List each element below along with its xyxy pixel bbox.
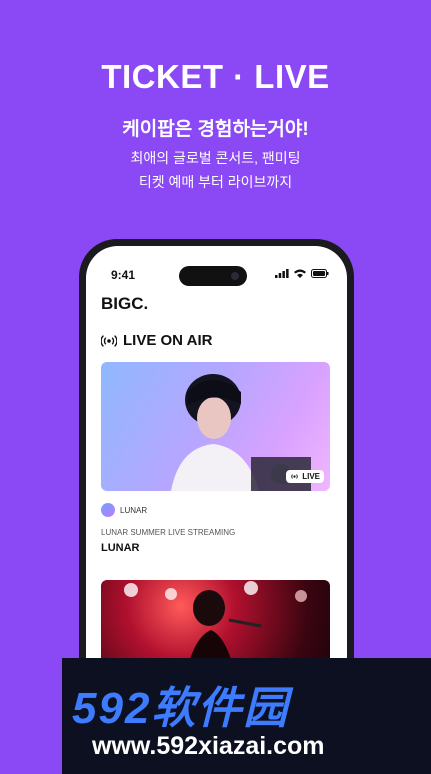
phone-frame: 9:41 BIGC. LIVE ON AIR LIVE LUNAR LUNAR …: [79, 239, 354, 699]
live-broadcast-icon: [291, 474, 298, 479]
hero-title: TICKET · LIVE: [101, 58, 330, 95]
stream-title: LUNAR SUMMER LIVE STREAMING: [101, 528, 236, 537]
artist-name: LUNAR: [120, 505, 148, 515]
card-title[interactable]: LUNAR: [101, 542, 140, 554]
live-badge: LIVE: [286, 470, 324, 483]
status-time: 9:41: [111, 268, 136, 282]
status-bar: 9:41: [86, 258, 347, 286]
hero-desc-line2: 티켓 예매 부터 라이브까지: [138, 174, 293, 190]
hero-desc-line1: 최애의 글로벌 콘서트, 팬미팅: [130, 150, 301, 166]
artist-row[interactable]: LUNAR: [101, 503, 147, 517]
artist-avatar: [101, 503, 115, 517]
broadcast-icon: [101, 334, 117, 347]
live-card-thumbnail[interactable]: LIVE: [101, 362, 330, 491]
live-badge-label: LIVE: [302, 472, 320, 481]
app-logo[interactable]: BIGC.: [101, 294, 148, 314]
watermark-banner: 592软件园 www.592xiazai.com: [62, 658, 431, 774]
signal-icon: [275, 269, 289, 278]
hero-subtitle: 케이팝은 경험하는거야!: [122, 119, 309, 140]
dynamic-island: [179, 266, 247, 286]
hero-description: 최애의 글로벌 콘서트, 팬미팅 티켓 예매 부터 라이브까지: [0, 146, 431, 194]
battery-icon: [311, 269, 329, 278]
status-icons: [275, 269, 329, 278]
watermark-brand: 592软件园: [72, 684, 290, 733]
live-on-air-header: LIVE ON AIR: [101, 332, 212, 349]
watermark-url: www.592xiazai.com: [92, 732, 325, 760]
wifi-icon: [294, 269, 306, 278]
phone-screen: 9:41 BIGC. LIVE ON AIR LIVE LUNAR LUNAR …: [86, 246, 347, 699]
section-title: LIVE ON AIR: [123, 332, 213, 349]
